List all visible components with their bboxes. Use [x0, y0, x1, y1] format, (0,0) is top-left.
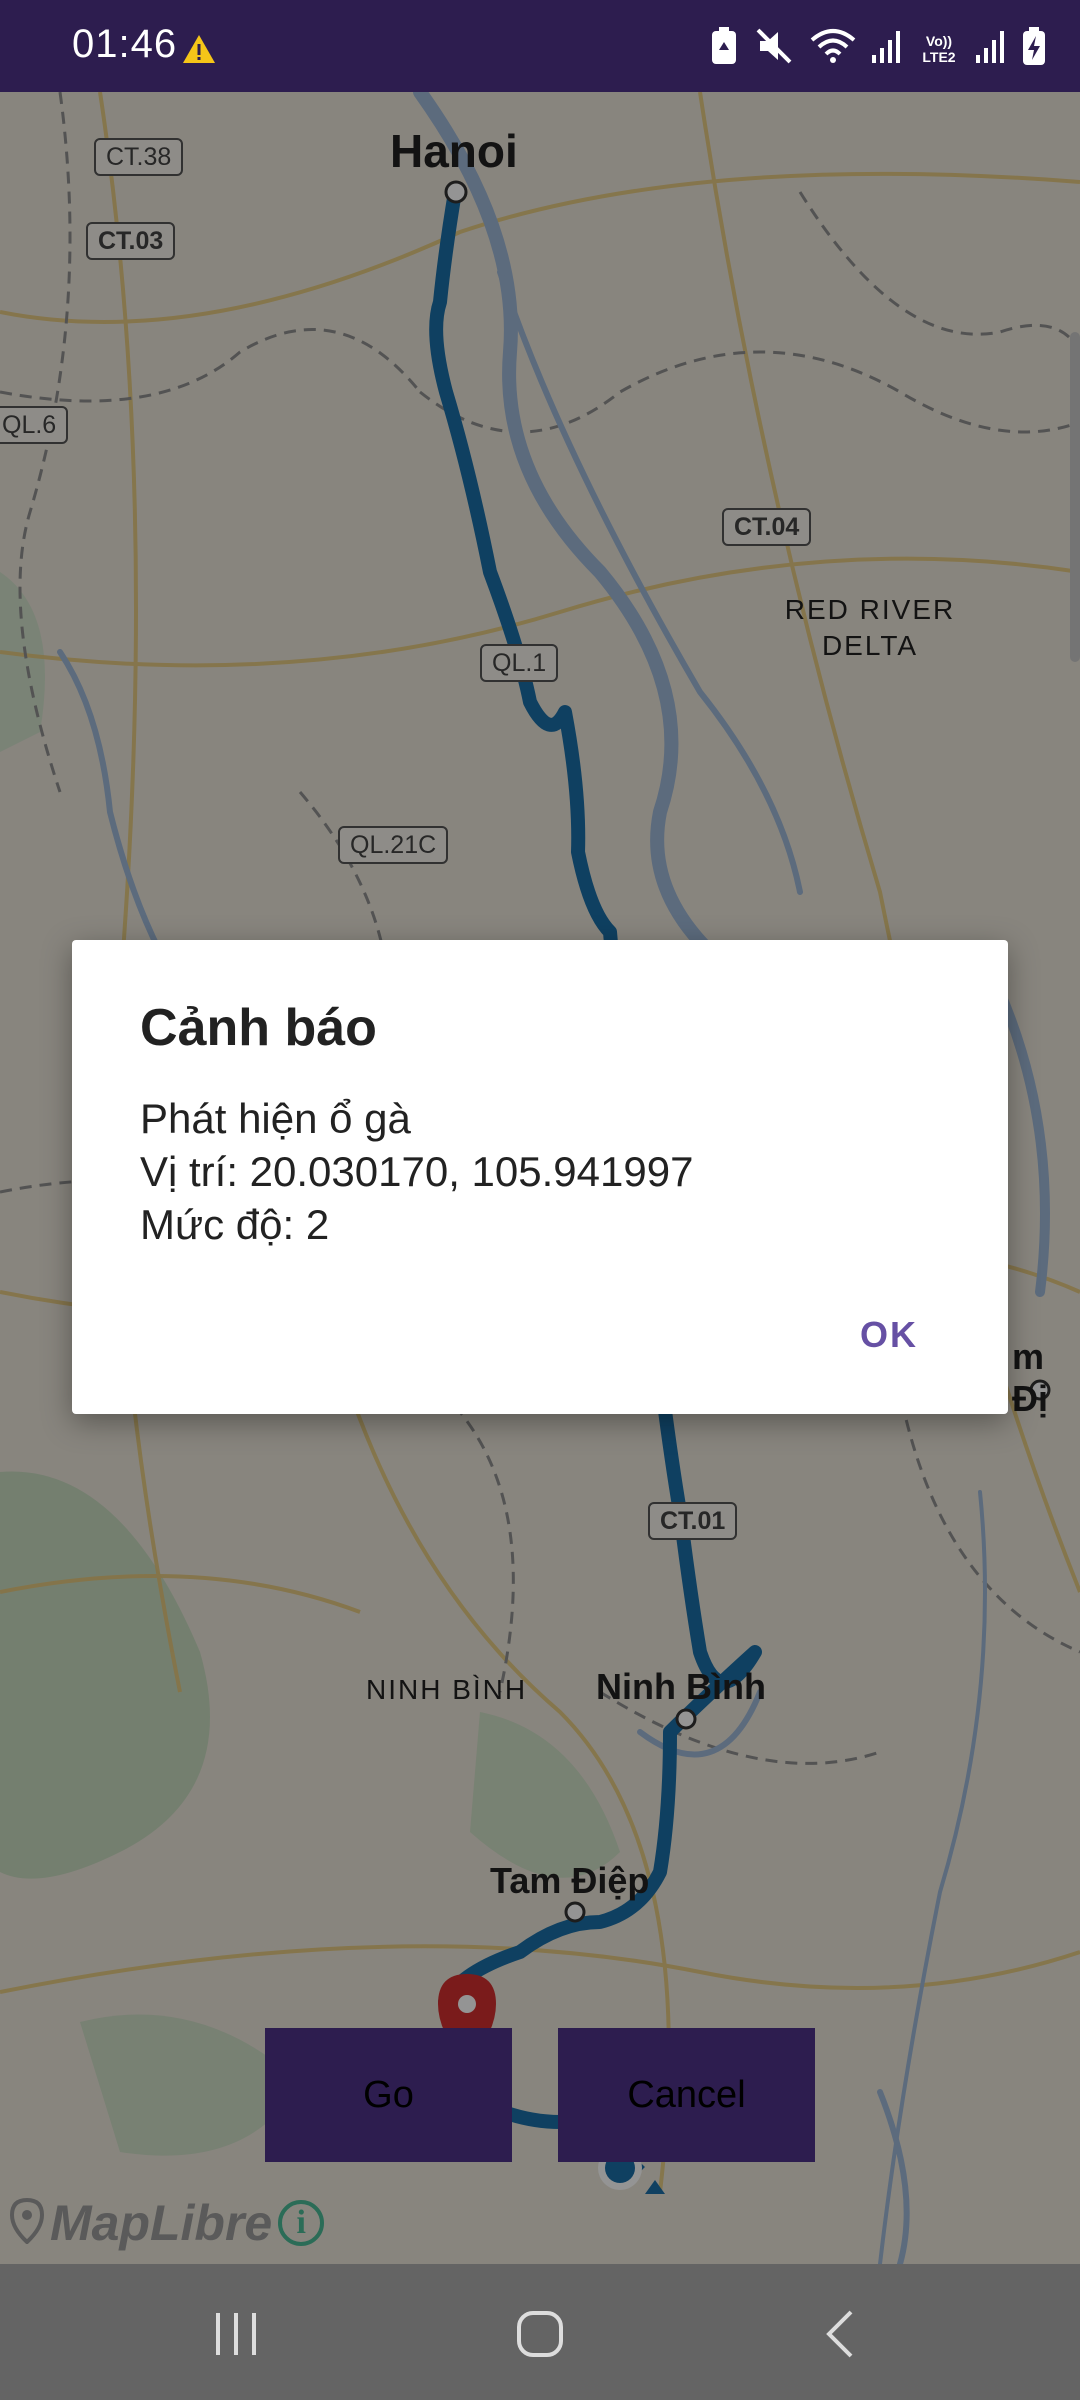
lte-label: Vo)) LTE2	[922, 32, 956, 65]
dialog-message-line: Phát hiện ổ gà	[140, 1095, 411, 1142]
navigation-bar	[0, 2264, 1080, 2400]
cancel-button[interactable]: Cancel	[558, 2028, 815, 2162]
ok-button[interactable]: OK	[860, 1314, 918, 1356]
recycle-battery-icon	[710, 26, 738, 71]
status-time: 01:46	[72, 22, 178, 66]
dialog-message-line: Mức độ: 2	[140, 1201, 330, 1248]
alert-dialog: Cảnh báo Phát hiện ổ gà Vị trí: 20.03017…	[72, 940, 1008, 1414]
home-icon[interactable]	[510, 2304, 570, 2364]
status-bar: 01:46 Vo)) LTE2	[0, 0, 1080, 92]
dialog-message: Phát hiện ổ gà Vị trí: 20.030170, 105.94…	[140, 1092, 693, 1251]
mute-icon	[754, 26, 794, 71]
map-pin-icon	[9, 2197, 45, 2249]
warning-icon	[182, 34, 216, 69]
recent-apps-icon[interactable]	[206, 2304, 266, 2364]
battery-charging-icon	[1022, 26, 1046, 71]
map-attribution: MapLibre i	[9, 2194, 325, 2252]
signal-icon	[872, 29, 902, 68]
info-icon[interactable]: i	[278, 2200, 325, 2246]
dialog-title: Cảnh báo	[140, 999, 377, 1057]
dialog-message-line: Vị trí: 20.030170, 105.941997	[140, 1148, 694, 1195]
maplibre-logo: MapLibre	[50, 2195, 273, 2251]
go-button[interactable]: Go	[265, 2028, 512, 2162]
wifi-icon	[810, 26, 856, 71]
back-icon[interactable]	[810, 2304, 870, 2364]
signal-icon-2	[976, 29, 1006, 68]
